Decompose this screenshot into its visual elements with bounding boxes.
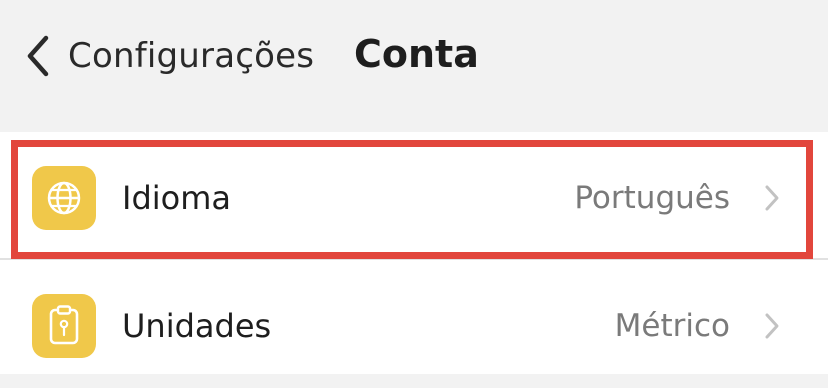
settings-item-label: Idioma — [122, 179, 231, 217]
back-button[interactable]: Configurações — [22, 30, 314, 82]
chevron-left-icon — [27, 35, 49, 77]
chevron-right-icon — [765, 313, 779, 339]
settings-item-value: Português — [574, 180, 730, 216]
globe-icon — [32, 166, 96, 230]
page-title: Conta — [354, 32, 479, 76]
chevron-right-icon — [765, 185, 779, 211]
settings-item-value: Métrico — [614, 308, 730, 344]
navigation-header: Configurações Conta — [0, 0, 828, 128]
settings-item-unidades[interactable]: Unidades Métrico — [0, 260, 828, 388]
clipboard-icon — [32, 294, 96, 358]
back-button-label: Configurações — [68, 36, 315, 76]
settings-list: Idioma Português Unidades Métrico — [0, 132, 828, 374]
settings-item-label: Unidades — [122, 307, 272, 345]
settings-item-idioma[interactable]: Idioma Português — [0, 132, 828, 260]
